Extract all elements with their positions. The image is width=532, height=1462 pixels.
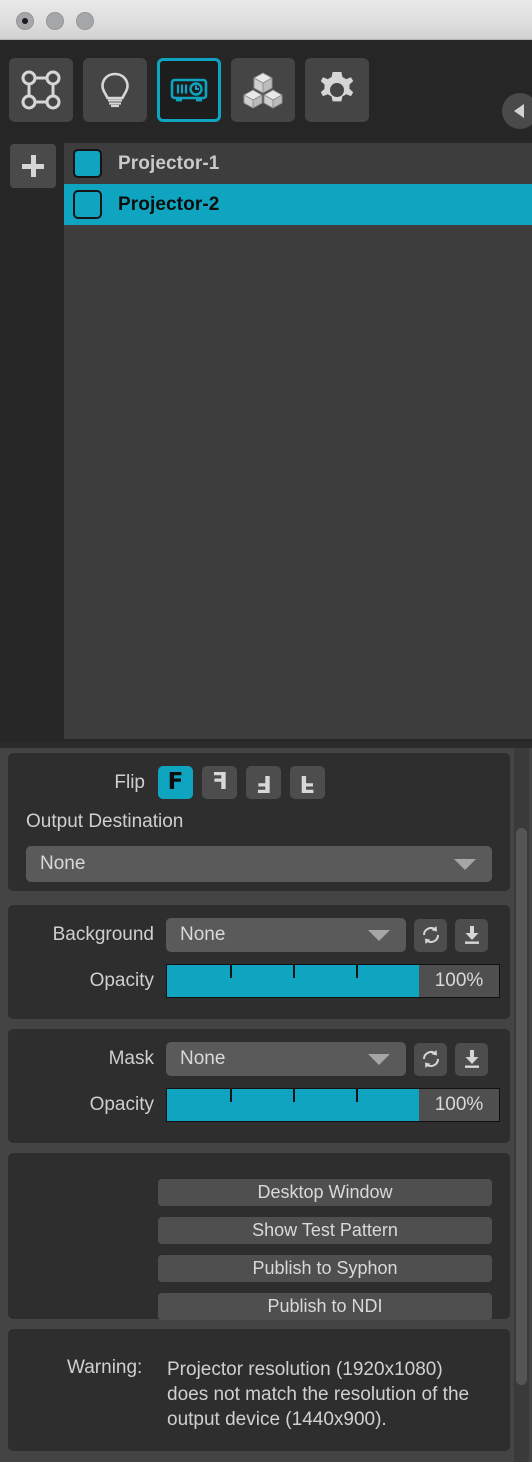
list-item-label: Projector-1	[118, 152, 220, 174]
background-opacity-value[interactable]: 100%	[419, 965, 499, 997]
gear-icon	[320, 72, 354, 102]
mask-select[interactable]: None	[166, 1042, 406, 1076]
cubes-icon	[243, 72, 283, 109]
list-item-label: Projector-2	[118, 193, 220, 215]
output-destination-label: Output Destination	[26, 811, 184, 832]
flip-horizontal-glyph: F	[211, 769, 228, 795]
window-title-bar	[0, 0, 532, 40]
scrollbar-thumb[interactable]	[516, 828, 527, 1385]
toolbar-item-settings[interactable]	[305, 58, 369, 122]
chevron-down-icon	[454, 858, 476, 870]
window-controls	[16, 12, 94, 30]
show-test-pattern-button[interactable]: Show Test Pattern	[158, 1217, 492, 1244]
slider-tick	[356, 1089, 358, 1102]
projector-properties-panel: Flip F F F F Output Destination None Bac…	[0, 748, 532, 1462]
list-item[interactable]: Projector-1	[64, 143, 532, 184]
background-label: Background	[52, 924, 154, 945]
projector-settings-window: Projector-1 Projector-2 Flip F F F F Out…	[0, 0, 532, 1462]
flip-none-glyph: F	[167, 769, 184, 795]
close-button[interactable]	[16, 12, 34, 30]
flip-none-button[interactable]: F	[158, 766, 193, 799]
projector-icon	[170, 78, 208, 102]
mask-opacity-value[interactable]: 100%	[419, 1089, 499, 1121]
toolbar-item-warp[interactable]	[9, 58, 73, 122]
mask-row: Mask None	[8, 1042, 510, 1076]
warp-mesh-icon	[21, 70, 61, 110]
output-destination-value: None	[40, 853, 86, 874]
background-opacity-control[interactable]: 100%	[166, 964, 500, 998]
download-icon	[464, 926, 479, 944]
toolbar-item-projectors[interactable]	[157, 58, 221, 122]
mask-opacity-label: Opacity	[89, 1094, 154, 1115]
background-opacity-slider[interactable]	[167, 965, 419, 997]
zoom-button[interactable]	[76, 12, 94, 30]
plus-icon-vertical	[30, 155, 36, 177]
list-item[interactable]: Projector-2	[64, 184, 532, 225]
flip-horizontal-vertical-glyph: F	[255, 770, 272, 796]
warning-message: Projector resolution (1920x1080) does no…	[167, 1359, 470, 1430]
mask-value: None	[180, 1048, 226, 1069]
warning-card: Warning: Projector resolution (1920x1080…	[8, 1329, 510, 1451]
close-dot-icon	[22, 18, 28, 24]
background-row: Background None	[8, 918, 510, 952]
mask-opacity-control[interactable]: 100%	[166, 1088, 500, 1122]
refresh-icon	[422, 926, 439, 944]
minimize-button[interactable]	[46, 12, 64, 30]
mask-label: Mask	[108, 1048, 154, 1069]
chevron-down-icon	[368, 929, 390, 941]
mask-opacity-row: Opacity 100%	[8, 1088, 510, 1122]
mask-load-button[interactable]	[455, 1042, 488, 1076]
add-projector-button[interactable]	[10, 144, 56, 188]
slider-tick	[356, 965, 358, 978]
light-bulb-icon	[101, 72, 129, 108]
projector-list-region: Projector-1 Projector-2	[0, 140, 532, 742]
publish-to-syphon-button[interactable]: Publish to Syphon	[158, 1255, 492, 1282]
slider-tick	[230, 965, 232, 978]
projector-enabled-checkbox[interactable]	[73, 149, 102, 178]
chevron-left-icon	[514, 104, 524, 118]
mask-opacity-slider[interactable]	[167, 1089, 419, 1121]
flip-vertical-glyph: F	[299, 770, 316, 796]
properties-scrollbar[interactable]	[514, 748, 529, 1462]
collapse-panel-button[interactable]	[502, 93, 532, 129]
desktop-window-button[interactable]: Desktop Window	[158, 1179, 492, 1206]
background-refresh-button[interactable]	[414, 918, 447, 952]
projector-list[interactable]: Projector-1 Projector-2	[64, 143, 532, 739]
background-opacity-label: Opacity	[89, 970, 154, 991]
background-card: Background None Opacity 100%	[8, 905, 510, 1019]
background-value: None	[180, 924, 226, 945]
output-actions-card: Desktop Window Show Test Pattern Publish…	[8, 1153, 510, 1320]
slider-tick	[230, 1089, 232, 1102]
background-load-button[interactable]	[455, 918, 488, 952]
background-opacity-row: Opacity 100%	[8, 964, 510, 998]
toolbar-item-lights[interactable]	[83, 58, 147, 122]
toolbar-item-objects[interactable]	[231, 58, 295, 122]
flip-vertical-button[interactable]: F	[290, 766, 325, 799]
output-destination-select[interactable]: None	[26, 846, 492, 882]
mask-card: Mask None Opacity 100%	[8, 1029, 510, 1143]
flip-horizontal-button[interactable]: F	[202, 766, 237, 799]
chevron-down-icon	[368, 1053, 390, 1065]
flip-horizontal-vertical-button[interactable]: F	[246, 766, 281, 799]
refresh-icon	[422, 1050, 439, 1068]
flip-label: Flip	[114, 771, 145, 793]
slider-tick	[293, 965, 295, 978]
projector-enabled-checkbox[interactable]	[73, 190, 102, 219]
main-toolbar	[0, 40, 532, 140]
mask-refresh-button[interactable]	[414, 1042, 447, 1076]
warning-label: Warning:	[67, 1357, 143, 1378]
slider-tick	[293, 1089, 295, 1102]
flip-row: Flip F F F F	[8, 766, 510, 799]
publish-to-ndi-button[interactable]: Publish to NDI	[158, 1293, 492, 1320]
download-icon	[464, 1050, 479, 1068]
flip-output-card: Flip F F F F Output Destination None	[8, 753, 510, 891]
background-select[interactable]: None	[166, 918, 406, 952]
